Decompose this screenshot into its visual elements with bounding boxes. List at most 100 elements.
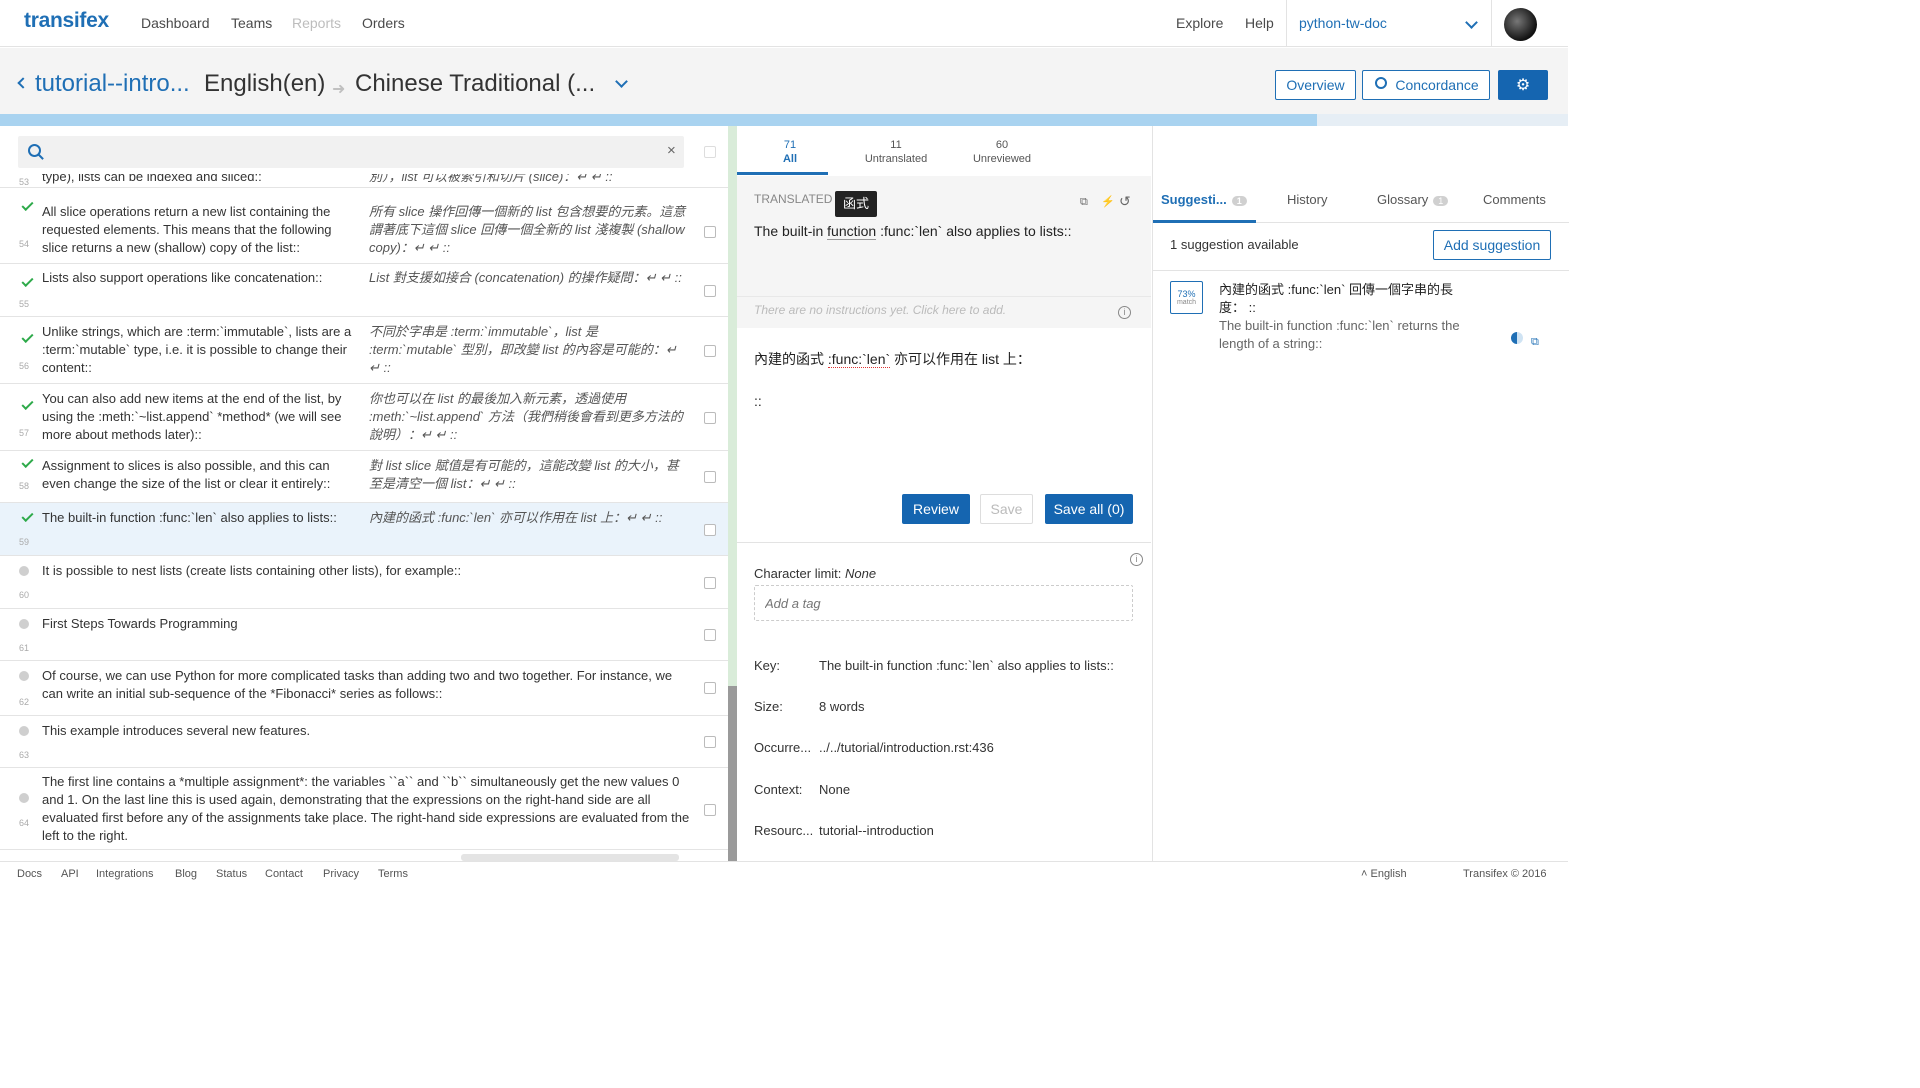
list-scrollbar[interactable] (728, 126, 737, 861)
table-row[interactable]: It is possible to nest lists (create lis… (0, 556, 728, 609)
translated-check-icon (21, 455, 34, 469)
source-text: The built-in function :func:`len` also a… (42, 510, 337, 525)
tab-suggestions-label: Suggesti... (1161, 192, 1227, 207)
row-checkbox[interactable] (704, 736, 716, 748)
table-row[interactable]: Lists also support operations like conca… (0, 264, 728, 317)
tab-history[interactable]: History (1287, 192, 1327, 207)
table-row[interactable]: Unlike strings, which are :term:`immutab… (0, 317, 728, 384)
nav-explore[interactable]: Explore (1176, 15, 1223, 31)
project-name: python-tw-doc (1299, 15, 1387, 31)
table-row[interactable]: You can also add new items at the end of… (0, 384, 728, 451)
table-row[interactable]: First Steps Towards Programming 61 (0, 609, 728, 661)
tab-suggestions[interactable]: Suggesti... 1 (1161, 192, 1247, 207)
nav-orders[interactable]: Orders (362, 15, 405, 31)
table-row[interactable]: This example introduces several new feat… (0, 716, 728, 768)
info-icon[interactable]: i (1130, 553, 1143, 566)
overview-button[interactable]: Overview (1275, 70, 1356, 100)
char-limit-label: Character limit: (754, 566, 842, 581)
tag-input[interactable] (754, 585, 1133, 621)
nav-help[interactable]: Help (1245, 15, 1274, 31)
row-checkbox[interactable] (704, 804, 716, 816)
nav-dashboard[interactable]: Dashboard (141, 15, 210, 31)
footer-terms-link[interactable]: Terms (378, 868, 408, 880)
language-switcher[interactable]: ˄ English (1361, 868, 1407, 880)
copy-source-icon[interactable]: ⧉ (1080, 196, 1088, 209)
table-row[interactable]: All slice operations return a new list c… (0, 188, 728, 264)
save-all-button[interactable]: Save all (0) (1045, 494, 1133, 524)
clear-search-icon[interactable]: × (667, 142, 676, 159)
search-input[interactable] (50, 140, 650, 164)
tab-comments[interactable]: Comments (1483, 192, 1546, 207)
row-checkbox[interactable] (704, 412, 716, 424)
suggestions-panel: Suggesti... 1 History Glossary 1 Comments … (1152, 175, 1569, 861)
source-text: Unlike strings, which are :term:`immutab… (42, 324, 352, 375)
row-checkbox[interactable] (704, 345, 716, 357)
translation-text: List 對支援如接合 (concatenation) 的操作疑問：↵ ↵ :: (369, 270, 682, 285)
tab-all-label: All (782, 153, 798, 165)
horizontal-scrollbar[interactable] (461, 854, 679, 861)
review-button[interactable]: Review (902, 494, 970, 524)
footer-contact-link[interactable]: Contact (265, 868, 303, 880)
tab-untranslated[interactable]: 11 Untranslated (862, 138, 930, 166)
avatar[interactable] (1504, 8, 1537, 41)
footer-blog-link[interactable]: Blog (175, 868, 197, 880)
save-button[interactable]: Save (980, 494, 1033, 524)
copy-suggestion-icon[interactable]: ⧉ (1531, 336, 1539, 349)
row-checkbox[interactable] (704, 285, 716, 297)
target-language[interactable]: Chinese Traditional (... (355, 70, 595, 98)
row-number: 62 (19, 697, 30, 707)
row-checkbox[interactable] (704, 629, 716, 641)
instructions-bar[interactable]: There are no instructions yet. Click her… (737, 296, 1151, 328)
footer-docs-link[interactable]: Docs (17, 868, 42, 880)
concordance-button[interactable]: Concordance (1362, 70, 1490, 100)
row-checkbox[interactable] (704, 577, 716, 589)
info-icon[interactable]: i (1118, 306, 1131, 319)
copyright: Transifex © 2016 (1463, 868, 1547, 880)
nav-teams[interactable]: Teams (231, 15, 272, 31)
glossary-term[interactable]: function (827, 223, 877, 240)
translated-check-icon (21, 274, 34, 288)
untranslated-dot-icon (19, 793, 29, 803)
table-row-active[interactable]: The built-in function :func:`len` also a… (0, 503, 728, 556)
meta-size-label: Size: (754, 699, 783, 714)
row-checkbox[interactable] (704, 471, 716, 483)
source-text: It is possible to nest lists (create lis… (42, 563, 462, 578)
tab-unreviewed[interactable]: 60 Unreviewed (970, 138, 1034, 166)
row-checkbox[interactable] (704, 682, 716, 694)
settings-button[interactable]: ⚙ (1498, 70, 1548, 100)
tab-glossary[interactable]: Glossary 1 (1377, 192, 1449, 207)
suggestion-translation[interactable]: 內建的函式 :func:`len` 回傳一個字串的長度： :: (1219, 281, 1475, 317)
translated-check-icon (21, 198, 34, 212)
language-label: English (1370, 868, 1407, 880)
footer-status-link[interactable]: Status (216, 868, 247, 880)
undo-icon[interactable]: ↺ (1119, 193, 1131, 210)
add-suggestion-button[interactable]: Add suggestion (1433, 230, 1551, 260)
scrollbar-thumb[interactable] (728, 686, 737, 861)
source-string-panel: TRANSLATED 函式 ⧉ ⚡ ↺ The built-in functio… (737, 176, 1151, 296)
table-row[interactable]: Assignment to slices is also possible, a… (0, 451, 728, 503)
footer-privacy-link[interactable]: Privacy (323, 868, 359, 880)
flash-icon[interactable]: ⚡ (1101, 195, 1115, 208)
table-row[interactable]: Of course, we can use Python for more co… (0, 661, 728, 716)
select-all-checkbox[interactable] (704, 146, 716, 158)
row-checkbox[interactable] (704, 226, 716, 238)
untranslated-dot-icon (19, 671, 29, 681)
row-number: 55 (19, 299, 30, 309)
translation-text: 所有 slice 操作回傳一個新的 list 包含想要的元素。這意謂著底下這個 … (369, 204, 686, 255)
footer-integrations-link[interactable]: Integrations (96, 868, 153, 880)
translation-text: 你也可以在 list 的最後加入新元素，透過使用 :meth:`~list.ap… (369, 391, 683, 442)
row-number: 53 (19, 177, 30, 187)
table-row[interactable]: The first line contains a *multiple assi… (0, 768, 728, 850)
transifex-logo[interactable]: transifex (24, 9, 109, 33)
tab-all[interactable]: 71 All (781, 138, 799, 166)
compare-icon[interactable] (1511, 332, 1523, 344)
translated-check-icon (21, 509, 34, 523)
table-row[interactable]: type), lists can be indexed and sliced::… (0, 174, 728, 188)
nav-reports[interactable]: Reports (292, 15, 341, 31)
translation-editor[interactable]: 內建的函式 :func:`len` 亦可以作用在 list 上： (754, 349, 1031, 369)
translation-text: 內建的函式 :func:`len` 亦可以作用在 list 上：↵ ↵ :: (369, 510, 663, 525)
row-checkbox[interactable] (704, 524, 716, 536)
project-selector[interactable]: python-tw-doc (1286, 0, 1492, 47)
footer-api-link[interactable]: API (61, 868, 79, 880)
resource-name-link[interactable]: tutorial--intro... (35, 70, 190, 98)
